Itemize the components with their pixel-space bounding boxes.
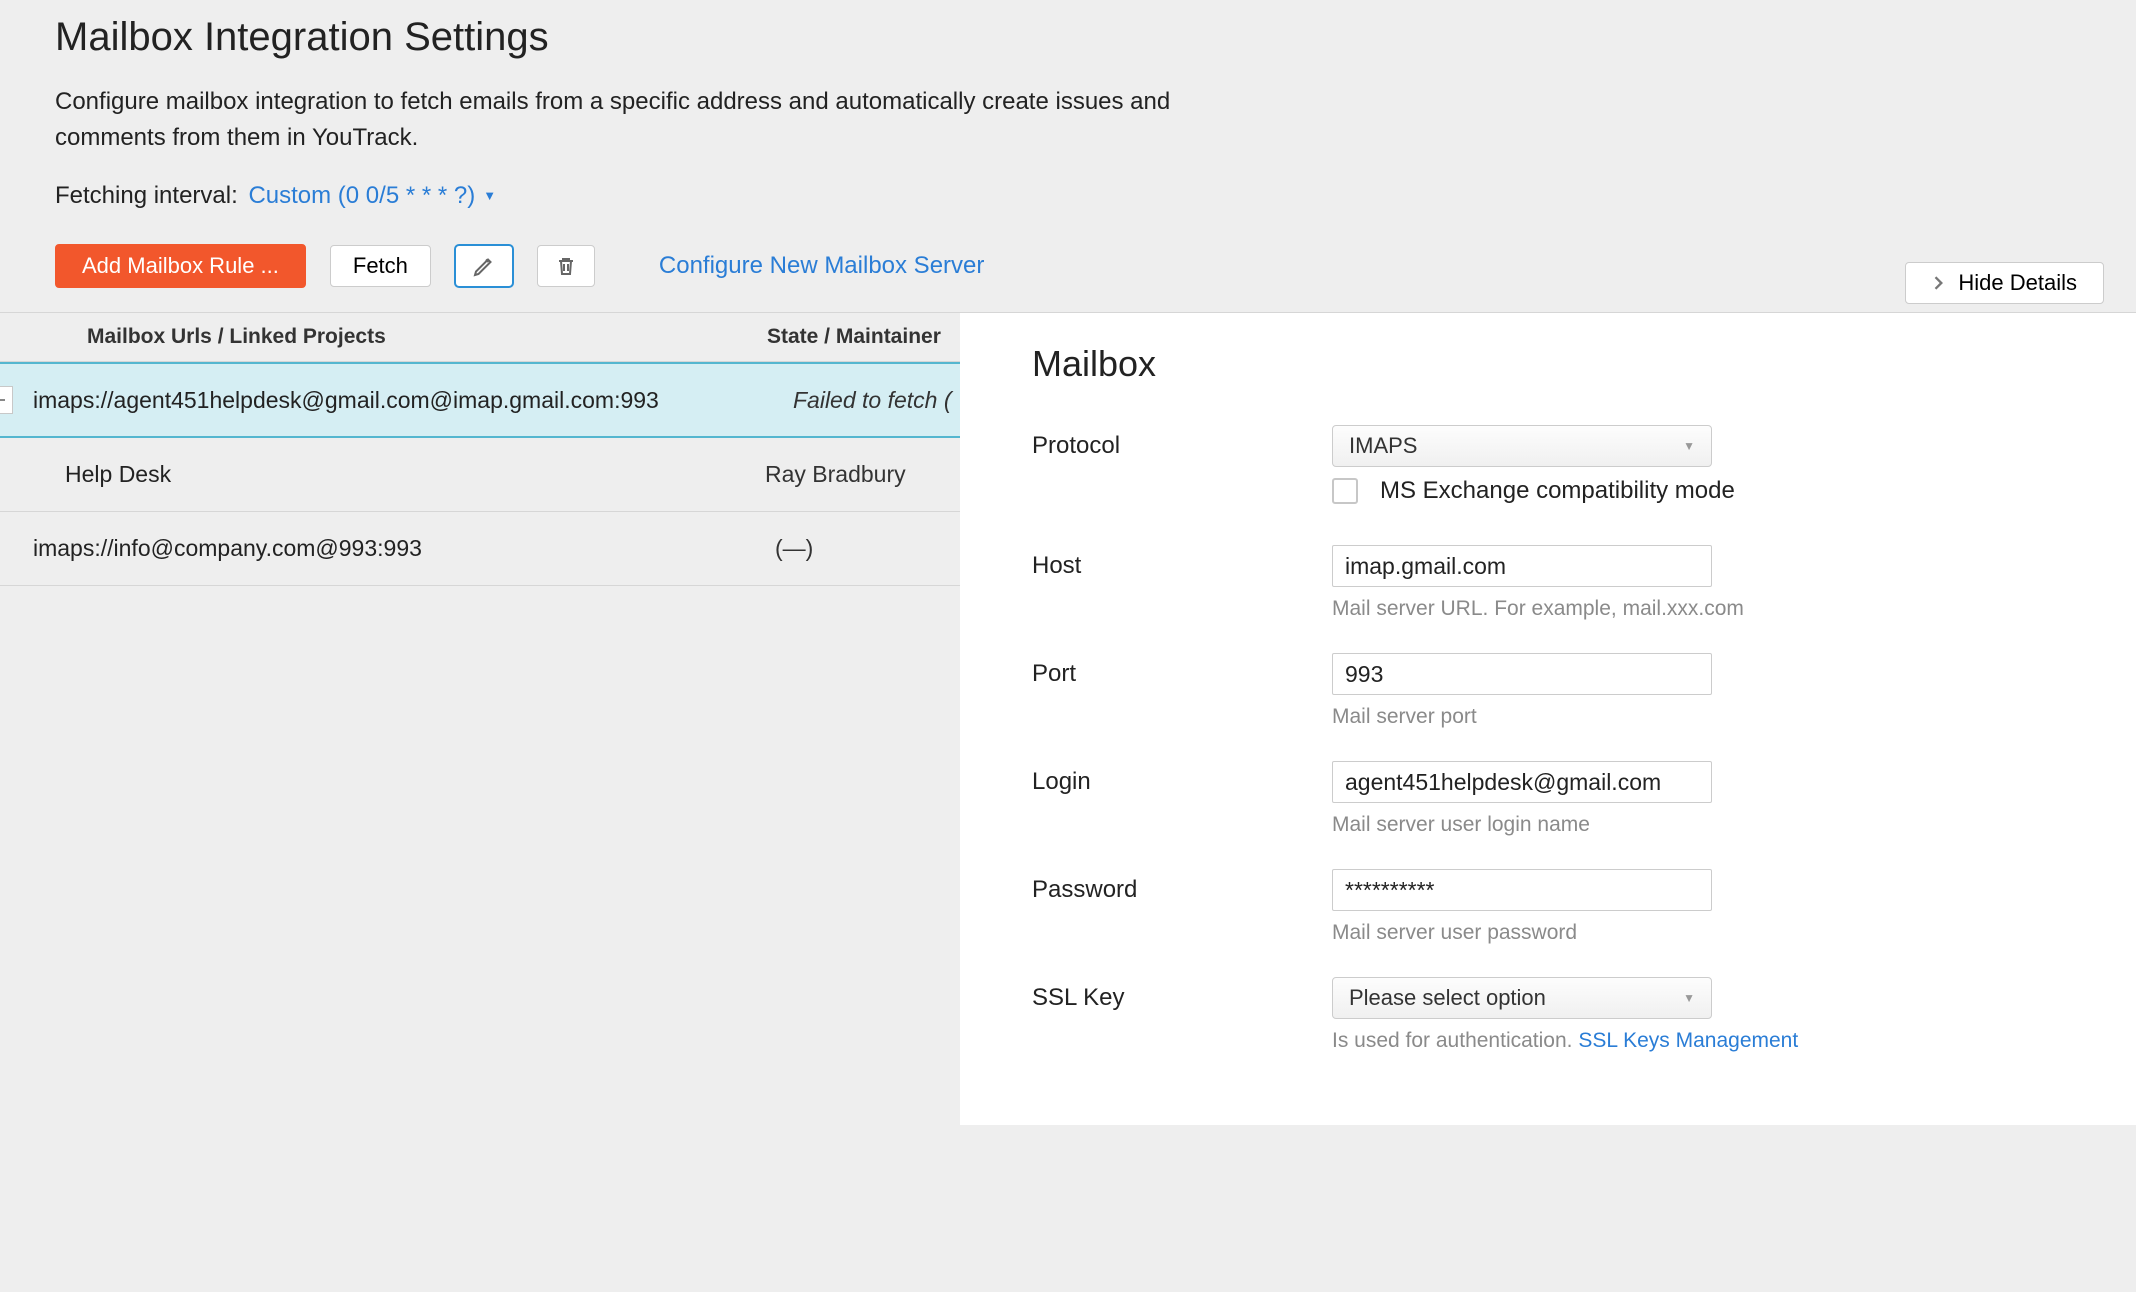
fetching-interval-row: Fetching interval: Custom (0 0/5 * * * ?… — [55, 182, 2081, 210]
login-input[interactable] — [1332, 761, 1712, 803]
exchange-checkbox[interactable] — [1332, 478, 1358, 504]
sslkey-label: SSL Key — [1032, 984, 1332, 1012]
password-hint: Mail server user password — [1332, 921, 2119, 945]
table-row[interactable]: imaps://agent451helpdesk@gmail.com@imap.… — [0, 362, 960, 438]
minus-icon — [0, 399, 5, 401]
maintainer: Ray Bradbury — [765, 461, 906, 488]
mailbox-url: imaps://agent451helpdesk@gmail.com@imap.… — [33, 387, 793, 414]
linked-project: Help Desk — [65, 461, 765, 488]
sslkey-select[interactable]: Please select option ▼ — [1332, 977, 1712, 1019]
port-input[interactable] — [1332, 653, 1712, 695]
mailbox-url: imaps://info@company.com@993:993 — [33, 535, 775, 562]
sslkey-value: Please select option — [1349, 985, 1546, 1011]
protocol-label: Protocol — [1032, 432, 1332, 460]
login-label: Login — [1032, 768, 1332, 796]
dropdown-caret-icon[interactable]: ▼ — [483, 188, 496, 203]
trash-icon — [554, 254, 578, 278]
table-row[interactable]: Help Desk Ray Bradbury — [0, 438, 960, 512]
password-input[interactable] — [1332, 869, 1712, 911]
sslkey-hint: Is used for authentication. SSL Keys Man… — [1332, 1029, 2119, 1053]
exchange-label: MS Exchange compatibility mode — [1380, 477, 1735, 505]
login-hint: Mail server user login name — [1332, 813, 2119, 837]
page-title: Mailbox Integration Settings — [55, 15, 2081, 60]
collapse-toggle[interactable] — [0, 386, 13, 414]
col-header-state: State / Maintainer — [767, 325, 941, 349]
hide-details-label: Hide Details — [1958, 270, 2077, 296]
protocol-select[interactable]: IMAPS ▼ — [1332, 425, 1712, 467]
chevron-right-icon — [1932, 276, 1946, 290]
configure-new-mailbox-link[interactable]: Configure New Mailbox Server — [659, 252, 984, 280]
delete-button[interactable] — [537, 245, 595, 287]
fetching-interval-value[interactable]: Custom (0 0/5 * * * ?) — [248, 182, 475, 209]
port-label: Port — [1032, 660, 1332, 688]
panel-title: Mailbox — [1032, 343, 2119, 385]
fetch-button[interactable]: Fetch — [330, 245, 431, 287]
password-label: Password — [1032, 876, 1332, 904]
page-description: Configure mailbox integration to fetch e… — [55, 84, 1215, 156]
sslkey-hint-text: Is used for authentication. — [1332, 1029, 1573, 1052]
col-header-url: Mailbox Urls / Linked Projects — [87, 325, 767, 349]
protocol-value: IMAPS — [1349, 433, 1417, 459]
table-row[interactable]: imaps://info@company.com@993:993 (—) — [0, 512, 960, 586]
host-hint: Mail server URL. For example, mail.xxx.c… — [1332, 597, 2119, 621]
hide-details-button[interactable]: Hide Details — [1905, 262, 2104, 304]
fetching-interval-label: Fetching interval: — [55, 182, 238, 209]
chevron-down-icon: ▼ — [1683, 991, 1695, 1005]
ssl-keys-management-link[interactable]: SSL Keys Management — [1578, 1029, 1798, 1052]
port-hint: Mail server port — [1332, 705, 2119, 729]
pencil-icon — [472, 254, 496, 278]
host-input[interactable] — [1332, 545, 1712, 587]
mailbox-state: Failed to fetch ( — [793, 387, 952, 414]
mailbox-state: (—) — [775, 535, 813, 562]
edit-button[interactable] — [455, 245, 513, 287]
table-header: Mailbox Urls / Linked Projects State / M… — [0, 313, 960, 362]
add-mailbox-rule-button[interactable]: Add Mailbox Rule ... — [55, 244, 306, 288]
chevron-down-icon: ▼ — [1683, 439, 1695, 453]
host-label: Host — [1032, 552, 1332, 580]
